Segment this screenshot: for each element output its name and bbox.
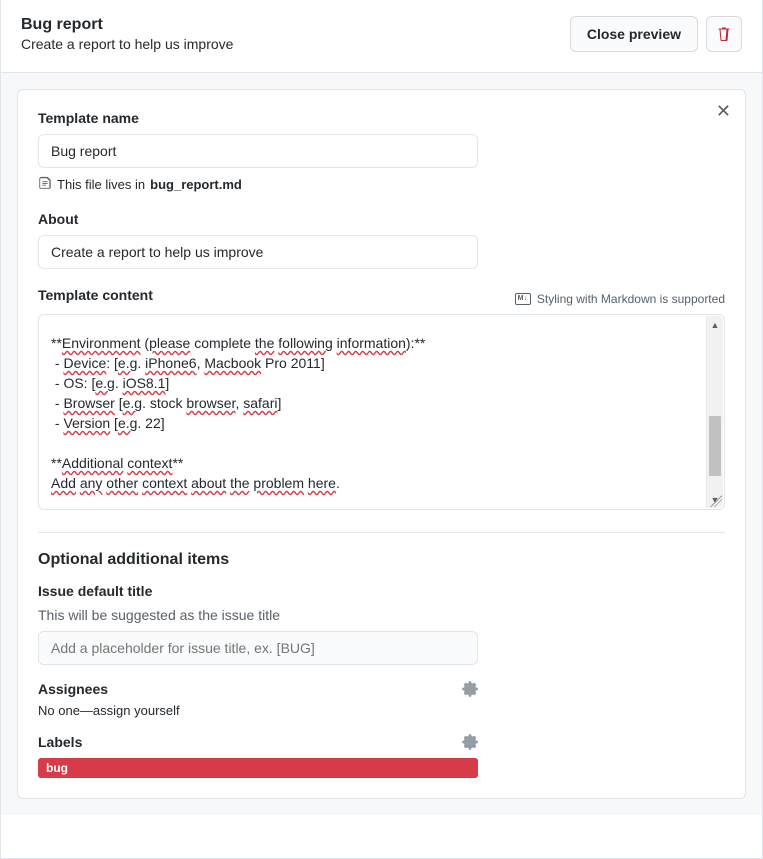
about-label: About	[38, 211, 725, 227]
markdown-icon: M↓	[515, 293, 531, 305]
markdown-support-note: M↓ Styling with Markdown is supported	[515, 292, 725, 306]
assignees-label: Assignees	[38, 681, 108, 697]
optional-items-heading: Optional additional items	[38, 551, 725, 569]
assignees-settings-button[interactable]	[462, 681, 478, 697]
delete-template-button[interactable]	[706, 16, 742, 52]
page-subtitle: Create a report to help us improve	[21, 36, 233, 52]
gear-icon	[462, 734, 478, 750]
template-name-label: Template name	[38, 110, 725, 126]
divider	[38, 532, 725, 533]
scroll-up-icon[interactable]: ▲	[707, 316, 723, 333]
issue-default-title-input[interactable]	[38, 631, 478, 665]
scroll-thumb[interactable]	[709, 416, 721, 476]
trash-icon	[716, 26, 732, 42]
resize-handle[interactable]	[710, 495, 722, 507]
close-preview-button[interactable]: Close preview	[570, 16, 698, 52]
template-content-label: Template content	[38, 287, 153, 303]
file-icon	[38, 176, 52, 193]
assignees-value[interactable]: No one—assign yourself	[38, 703, 478, 718]
issue-default-title-label: Issue default title	[38, 583, 478, 599]
page-title: Bug report	[21, 16, 233, 34]
about-input[interactable]	[38, 235, 478, 269]
template-name-input[interactable]	[38, 134, 478, 168]
template-content-textarea[interactable]: xxxxxxxxxxxxxxxxxxxxxxxxxxxxxxxxxxxxxxxx…	[38, 314, 725, 510]
labels-label: Labels	[38, 734, 82, 750]
file-lives-in-prefix: This file lives in	[57, 177, 145, 192]
file-name: bug_report.md	[150, 177, 242, 192]
issue-default-title-hint: This will be suggested as the issue titl…	[38, 607, 478, 623]
gear-icon	[462, 681, 478, 697]
textarea-scrollbar[interactable]: ▲ ▼	[706, 316, 723, 508]
label-chip-bug[interactable]: bug	[38, 758, 478, 778]
close-icon[interactable]: ✕	[716, 102, 731, 120]
labels-settings-button[interactable]	[462, 734, 478, 750]
